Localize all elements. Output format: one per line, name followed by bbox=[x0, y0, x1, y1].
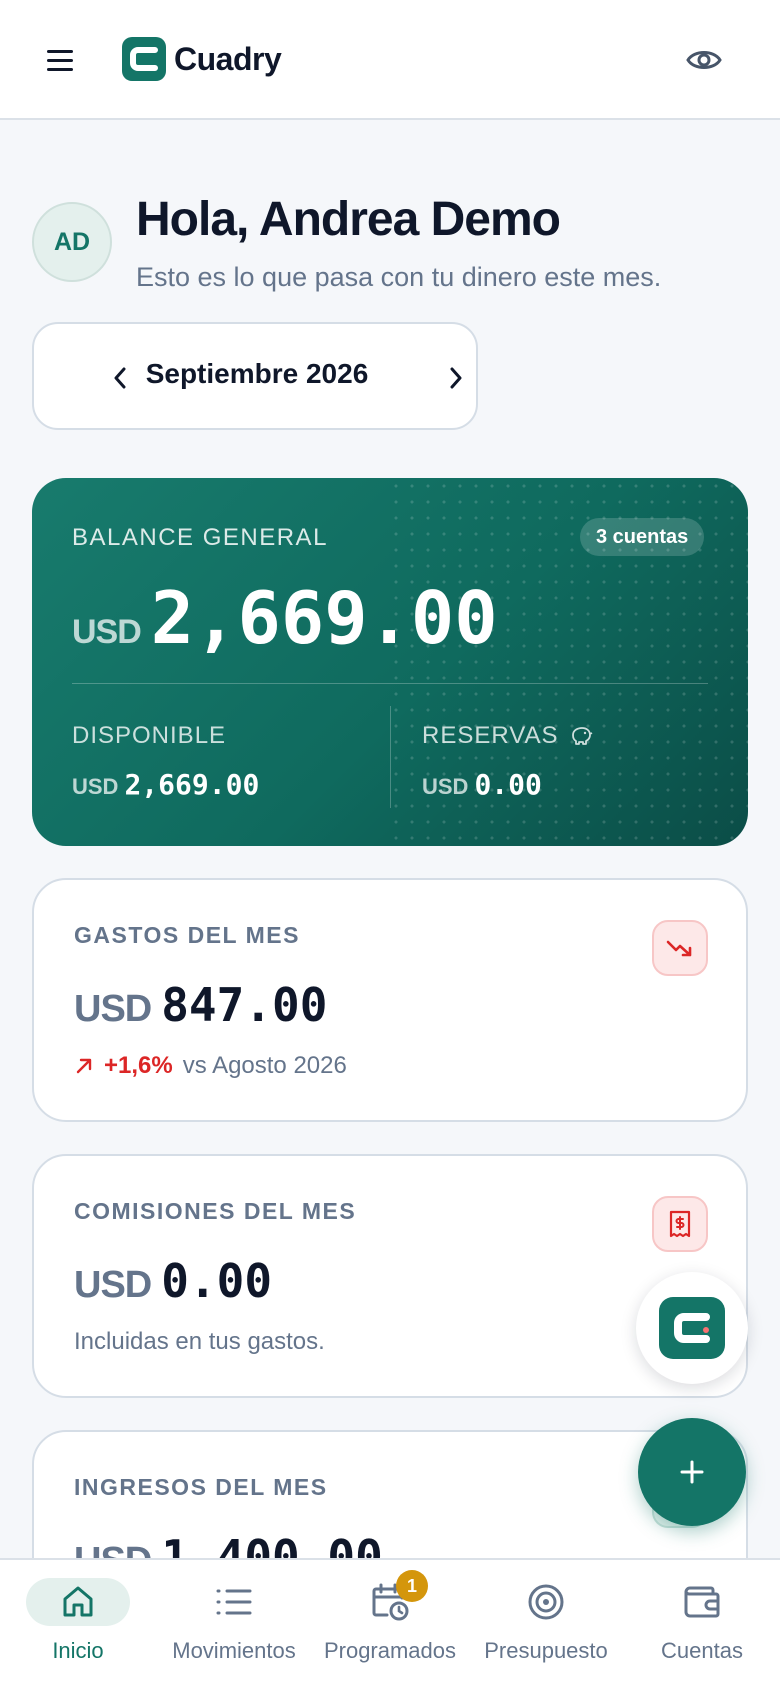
available-label: DISPONIBLE bbox=[72, 722, 226, 750]
assistant-button[interactable] bbox=[636, 1272, 748, 1384]
fees-amount: USD 0.00 bbox=[74, 1254, 272, 1308]
chevron-right-icon[interactable] bbox=[436, 358, 476, 398]
expenses-trend: +1,6% vs Agosto 2026 bbox=[74, 1052, 347, 1080]
balance-amount: USD 2,669.00 bbox=[72, 576, 498, 660]
arrow-up-right-icon bbox=[76, 1058, 92, 1074]
bottom-nav: Inicio Movimientos 1 Programados Presupu… bbox=[0, 1558, 780, 1688]
greeting-title: Hola, Andrea Demo bbox=[136, 193, 561, 246]
fees-label: COMISIONES DEL MES bbox=[74, 1198, 357, 1224]
assistant-logo-icon bbox=[659, 1297, 725, 1359]
notification-badge: 1 bbox=[396, 1570, 428, 1602]
nav-item-cuentas[interactable]: Cuentas bbox=[624, 1560, 780, 1688]
menu-icon[interactable] bbox=[40, 40, 80, 80]
nav-item-programados[interactable]: 1 Programados bbox=[312, 1560, 468, 1688]
eye-icon[interactable] bbox=[684, 40, 724, 80]
reserves-value: 0.00 bbox=[474, 768, 542, 801]
available-currency: USD bbox=[72, 774, 119, 799]
nav-item-movimientos[interactable]: Movimientos bbox=[156, 1560, 312, 1688]
trend-comparison: vs Agosto 2026 bbox=[182, 1052, 347, 1079]
expenses-currency: USD bbox=[74, 988, 152, 1030]
available-value: 2,669.00 bbox=[124, 768, 260, 801]
greeting-subtitle: Esto es lo que pasa con tu dinero este m… bbox=[136, 262, 662, 292]
expenses-value: 847.00 bbox=[161, 978, 328, 1032]
nav-item-presupuesto[interactable]: Presupuesto bbox=[468, 1560, 624, 1688]
target-icon bbox=[526, 1582, 566, 1622]
list-icon bbox=[214, 1582, 254, 1622]
expenses-amount: USD 847.00 bbox=[74, 978, 327, 1032]
accounts-badge[interactable]: 3 cuentas bbox=[580, 518, 705, 556]
nav-label: Cuentas bbox=[661, 1638, 743, 1663]
trend-percentage: +1,6% bbox=[104, 1052, 173, 1079]
receipt-dollar-icon bbox=[652, 1196, 708, 1252]
app-logo[interactable]: Cuadry bbox=[122, 37, 282, 81]
fees-value: 0.00 bbox=[161, 1254, 273, 1308]
avatar[interactable]: AD bbox=[32, 202, 112, 282]
home-icon bbox=[58, 1582, 98, 1622]
nav-item-inicio[interactable]: Inicio bbox=[0, 1560, 156, 1688]
divider bbox=[72, 683, 708, 684]
reserves-currency: USD bbox=[422, 774, 469, 799]
month-picker: Septiembre 2026 bbox=[32, 322, 478, 430]
app-name: Cuadry bbox=[174, 40, 282, 77]
fees-note: Incluidas en tus gastos. bbox=[74, 1328, 325, 1355]
trending-down-icon bbox=[652, 920, 708, 976]
plus-icon bbox=[680, 1460, 704, 1484]
add-transaction-button[interactable] bbox=[638, 1418, 746, 1526]
income-label: INGRESOS DEL MES bbox=[74, 1474, 328, 1500]
reserves-label-text: RESERVAS bbox=[422, 722, 559, 749]
top-bar: Cuadry bbox=[0, 0, 780, 120]
balance-title: BALANCE GENERAL bbox=[72, 524, 328, 551]
expenses-label: GASTOS DEL MES bbox=[74, 922, 300, 948]
piggy-bank-icon bbox=[571, 727, 592, 745]
fees-currency: USD bbox=[74, 1264, 152, 1306]
available-label-text: DISPONIBLE bbox=[72, 722, 227, 749]
logo-mark-icon bbox=[122, 37, 166, 81]
expenses-card[interactable]: GASTOS DEL MES USD 847.00 +1,6% vs Agost… bbox=[32, 878, 748, 1122]
balance-card[interactable]: BALANCE GENERAL 3 cuentas USD 2,669.00 D… bbox=[32, 478, 748, 846]
balance-currency: USD bbox=[72, 613, 142, 651]
available-amount: USD 2,669.00 bbox=[72, 768, 259, 801]
month-label: Septiembre 2026 bbox=[145, 358, 369, 389]
fees-card[interactable]: COMISIONES DEL MES USD 0.00 Incluidas en… bbox=[32, 1154, 748, 1398]
reserves-amount: USD 0.00 bbox=[422, 768, 542, 801]
divider bbox=[390, 706, 391, 808]
reserves-label: RESERVAS bbox=[422, 722, 593, 750]
balance-value: 2,669.00 bbox=[150, 576, 498, 660]
wallet-icon bbox=[682, 1582, 722, 1622]
